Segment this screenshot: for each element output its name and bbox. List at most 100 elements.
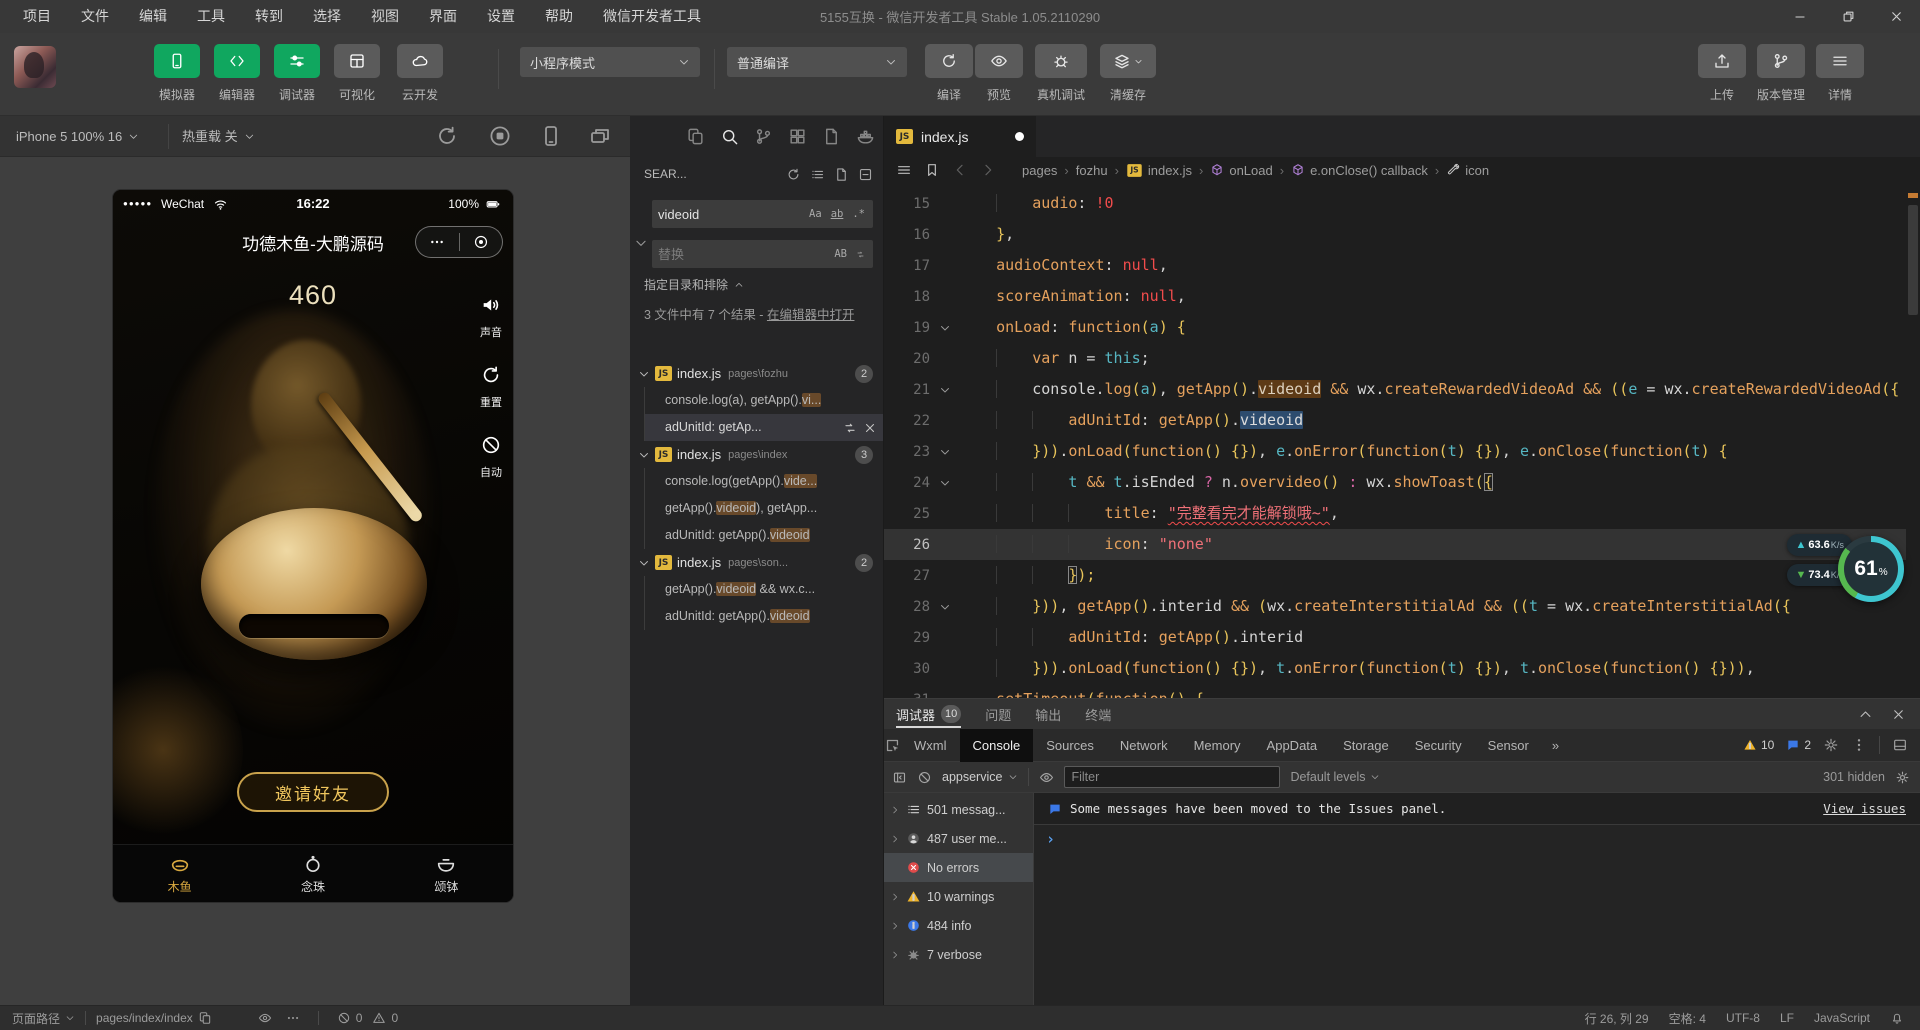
clear-cache-button[interactable] [1100, 44, 1156, 78]
breadcrumb-item[interactable]: onLoad [1210, 163, 1272, 178]
container-icon[interactable] [856, 127, 875, 146]
preview-button[interactable] [975, 44, 1023, 78]
code-line-18[interactable]: 18 scoreAnimation: null, [884, 281, 1920, 312]
collapse-all-icon[interactable] [858, 167, 873, 182]
phone-tab-木鱼[interactable]: 木鱼 [113, 845, 246, 902]
panel-tab-输出[interactable]: 输出 [1035, 699, 1061, 729]
close-panel-icon[interactable] [1891, 707, 1906, 722]
console-filter-487-user-me-[interactable]: 487 user me... [884, 824, 1033, 853]
可视化-toggle-button[interactable] [334, 44, 380, 78]
current-page-path[interactable]: pages/index/index [96, 1011, 212, 1025]
minimize-button[interactable] [1776, 0, 1824, 33]
search-result-row[interactable]: adUnitId: getAp... [645, 414, 883, 441]
search-icon[interactable] [720, 127, 739, 146]
code-line-15[interactable]: 15 audio: !0 [884, 188, 1920, 219]
mode-select[interactable]: 小程序模式 [520, 47, 700, 77]
devtools-tab-Memory[interactable]: Memory [1181, 729, 1254, 762]
bookmark-icon[interactable] [924, 162, 940, 178]
replace-icon[interactable] [843, 421, 857, 435]
search-result-row[interactable]: adUnitId: getApp().videoid [645, 522, 883, 549]
multi-window-icon[interactable] [588, 124, 612, 148]
menu-item-6[interactable]: 视图 [358, 0, 412, 33]
menu-item-1[interactable]: 文件 [68, 0, 122, 33]
devtools-tab-Network[interactable]: Network [1107, 729, 1181, 762]
code-line-19[interactable]: 19 onLoad: function(a) { [884, 312, 1920, 343]
view-issues-link[interactable]: View issues [1823, 801, 1906, 816]
whole-word-icon[interactable]: ab [829, 207, 846, 221]
inspect-icon[interactable] [884, 737, 901, 754]
code-line-24[interactable]: 24 t && t.isEnded ? n.overvideo() : wx.s… [884, 467, 1920, 498]
phone-tab-念珠[interactable]: 念珠 [246, 845, 379, 902]
fold-chevron-icon[interactable] [939, 477, 951, 489]
code-line-22[interactable]: 22 adUnitId: getApp().videoid [884, 405, 1920, 436]
phone-side-0[interactable]: 声音 [471, 294, 511, 340]
panel-tab-问题[interactable]: 问题 [985, 699, 1011, 729]
code-line-25[interactable]: 25 title: "完整看完才能解锁哦~", [884, 498, 1920, 529]
bell-icon[interactable] [1890, 1011, 1904, 1025]
search-result-row[interactable]: getApp().videoid && wx.c... [645, 576, 883, 603]
search-input[interactable] [658, 207, 807, 222]
breadcrumb-item[interactable]: fozhu [1076, 163, 1108, 178]
clear-results-icon[interactable] [834, 167, 849, 182]
clear-console-icon[interactable] [917, 770, 932, 785]
phone-tab-颂钵[interactable]: 颂钵 [380, 845, 513, 902]
console-filter-7-verbose[interactable]: 7 verbose [884, 940, 1033, 969]
devtools-tab-AppData[interactable]: AppData [1254, 729, 1331, 762]
编辑器-toggle-button[interactable] [214, 44, 260, 78]
upload-button[interactable] [1698, 44, 1746, 78]
editor-menu-icon[interactable] [896, 162, 912, 178]
context-select[interactable]: appservice [942, 770, 1018, 784]
menu-item-9[interactable]: 帮助 [532, 0, 586, 33]
result-group-2[interactable]: JS index.js pages\son... 2 [630, 549, 883, 576]
search-result-row[interactable]: console.log(getApp().vide... [645, 468, 883, 495]
search-result-row[interactable]: console.log(a), getApp().vi... [645, 387, 883, 414]
git-icon[interactable] [754, 127, 773, 146]
replace-icon[interactable] [854, 248, 867, 261]
dir-filter-toggle[interactable]: 指定目录和排除 [644, 276, 744, 293]
phone-simulator[interactable]: ●●●●● WeChat 16:22 100% 功德木鱼-大鹏源码 460 [113, 190, 513, 902]
code-line-29[interactable]: 29 adUnitId: getApp().interid [884, 622, 1920, 653]
code-line-31[interactable]: 31 setTimeout(function() { [884, 684, 1920, 698]
restore-button[interactable] [1824, 0, 1872, 33]
code-editor[interactable]: 15 audio: !016 },17 audioContext: null,1… [884, 183, 1920, 698]
tab-index-js[interactable]: JS index.js [884, 116, 1036, 157]
warning-count[interactable]: 10 [1743, 738, 1774, 752]
devtools-tab-Sources[interactable]: Sources [1033, 729, 1107, 762]
devtools-tab-Sensor[interactable]: Sensor [1475, 729, 1542, 762]
console-sidebar-toggle-icon[interactable] [892, 770, 907, 785]
watch-icon[interactable] [258, 1011, 272, 1025]
devtools-tab-Console[interactable]: Console [960, 729, 1034, 762]
exit-target-button[interactable] [460, 227, 503, 257]
menu-item-0[interactable]: 项目 [10, 0, 64, 33]
云开发-toggle-button[interactable] [397, 44, 443, 78]
search-result-row[interactable]: adUnitId: getApp().videoid [645, 603, 883, 630]
fold-chevron-icon[interactable] [939, 601, 951, 613]
replace-all-icon[interactable]: AB [832, 247, 849, 261]
devtools-tab-Storage[interactable]: Storage [1330, 729, 1402, 762]
调试器-toggle-button[interactable] [274, 44, 320, 78]
breadcrumb-item[interactable]: pages [1022, 163, 1057, 178]
more-button[interactable] [416, 227, 459, 257]
menu-item-10[interactable]: 微信开发者工具 [590, 0, 714, 33]
extensions-icon[interactable] [788, 127, 807, 146]
devtools-settings-icon[interactable] [1823, 737, 1839, 753]
phone-side-1[interactable]: 重置 [471, 364, 511, 410]
code-line-30[interactable]: 30 })).onLoad(function() {}), t.onError(… [884, 653, 1920, 684]
user-avatar[interactable] [14, 46, 56, 88]
console-filter-No-errors[interactable]: No errors [884, 853, 1033, 882]
menu-item-4[interactable]: 转到 [242, 0, 296, 33]
close-button[interactable] [1872, 0, 1920, 33]
language-mode[interactable]: JavaScript [1814, 1011, 1870, 1025]
encoding-setting[interactable]: UTF-8 [1726, 1011, 1760, 1025]
console-filter-input[interactable] [1064, 766, 1280, 788]
menu-item-8[interactable]: 设置 [474, 0, 528, 33]
result-group-0[interactable]: JS index.js pages\fozhu 2 [630, 360, 883, 387]
console-filter-10-warnings[interactable]: 10 warnings [884, 882, 1033, 911]
dock-icon[interactable] [1892, 737, 1908, 753]
page-path-select[interactable]: 页面路径 [12, 1010, 75, 1027]
phone-side-2[interactable]: 自动 [471, 434, 511, 480]
code-line-17[interactable]: 17 audioContext: null, [884, 250, 1920, 281]
remote-debug-button[interactable] [1035, 44, 1087, 78]
fold-chevron-icon[interactable] [939, 322, 951, 334]
details-button[interactable] [1816, 44, 1864, 78]
